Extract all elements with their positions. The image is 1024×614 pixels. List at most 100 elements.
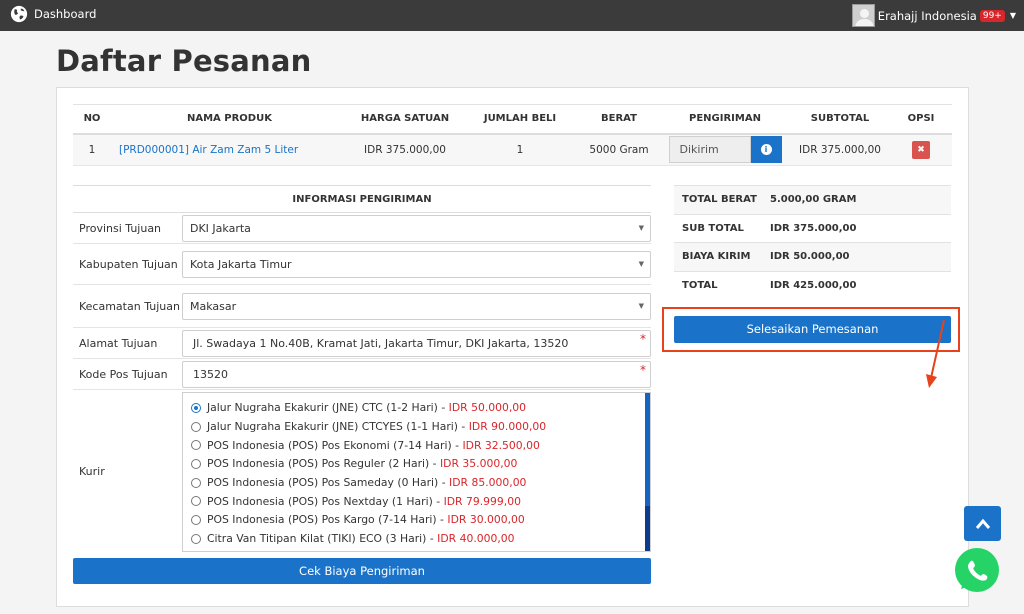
annotation-arrow-icon	[926, 319, 945, 388]
courier-name: POS Indonesia (POS) Pos Ekonomi (7-14 Ha…	[207, 438, 460, 452]
globe-icon	[10, 5, 28, 23]
province-select[interactable]: DKI Jakarta ▼	[182, 214, 651, 242]
subtotal-value: IDR 375.000,00	[762, 213, 951, 243]
whatsapp-icon[interactable]	[951, 545, 1003, 597]
radio-button[interactable]	[191, 533, 201, 544]
total-weight-label: TOTAL BERAT	[674, 185, 762, 214]
province-value: DKI Jakarta	[190, 221, 251, 235]
courier-option[interactable]: POS Indonesia (POS) Pos Sameday (0 Hari)…	[191, 473, 650, 492]
province-label: Provinsi Tujuan	[79, 221, 162, 235]
col-product: NAMA PRODUK	[111, 104, 348, 135]
courier-option[interactable]: Jalur Nugraha Ekakurir (JNE) CTC (1-2 Ha…	[191, 399, 650, 418]
courier-name: POS Indonesia (POS) Pos Kargo (7-14 Hari…	[207, 513, 444, 527]
shipping-info-button[interactable]: i	[750, 136, 782, 164]
options-cell: ✖	[890, 133, 952, 166]
courier-list-box: Jalur Nugraha Ekakurir (JNE) CTC (1-2 Ha…	[182, 391, 651, 552]
province-row: Provinsi Tujuan DKI Jakarta ▼	[73, 213, 651, 244]
grand-total-label: TOTAL	[674, 270, 762, 300]
product-link[interactable]: [PRD000001] Air Zam Zam 5 Liter	[119, 144, 298, 156]
scrollbar-thumb[interactable]	[645, 505, 650, 551]
check-shipping-cost-button[interactable]: Cek Biaya Pengiriman	[73, 558, 651, 584]
courier-price: IDR 50.000,00	[448, 401, 527, 415]
courier-price: IDR 40.000,00	[437, 532, 515, 546]
courier-name: POS Indonesia (POS) Pos Sameday (0 Hari)…	[207, 476, 446, 490]
radio-button[interactable]	[191, 496, 201, 507]
shipping-status-field[interactable]: Dikirim	[668, 136, 751, 164]
col-price: HARGA SATUAN	[348, 104, 462, 135]
courier-option[interactable]: Jalur Nugraha Ekakurir (JNE) CTCYES (1-1…	[191, 417, 650, 436]
col-subtotal: SUBTOTAL	[790, 104, 890, 135]
grand-total-value: IDR 425.000,00	[762, 270, 951, 300]
order-table: NO NAMA PRODUK HARGA SATUAN JUMLAH BELI …	[73, 104, 952, 166]
caret-down-icon: ▼	[638, 301, 644, 310]
courier-price: IDR 79.999,00	[443, 494, 521, 508]
city-select[interactable]: Kota Jakarta Timur ▼	[182, 250, 651, 278]
delete-button[interactable]: ✖	[912, 140, 930, 159]
courier-option[interactable]: POS Indonesia (POS) Pos Nextday (1 Hari)…	[191, 492, 650, 511]
col-weight: BERAT	[578, 104, 660, 135]
total-weight-row: TOTAL BERAT 5.000,00 GRAM	[674, 185, 951, 214]
address-label: Alamat Tujuan	[79, 336, 158, 350]
courier-row: Kurir Jalur Nugraha Ekakurir (JNE) CTC (…	[73, 390, 651, 553]
city-row: Kabupaten Tujuan Kota Jakarta Timur ▼	[73, 244, 651, 285]
shipping-form-title: INFORMASI PENGIRIMAN	[73, 185, 651, 213]
table-row: 1 [PRD000001] Air Zam Zam 5 Liter IDR 37…	[73, 133, 952, 166]
radio-button[interactable]	[191, 440, 201, 451]
radio-button[interactable]	[191, 421, 201, 432]
courier-option[interactable]: POS Indonesia (POS) Pos Ekonomi (7-14 Ha…	[191, 436, 650, 455]
district-value: Makasar	[190, 299, 237, 313]
postcode-label: Kode Pos Tujuan	[79, 367, 168, 381]
radio-button[interactable]	[191, 402, 201, 413]
shipping-cell: Dikirim i	[660, 133, 790, 166]
page-title: Daftar Pesanan	[56, 44, 312, 78]
courier-option[interactable]: Citra Van Titipan Kilat (TIKI) ECO (3 Ha…	[191, 529, 650, 548]
courier-list: Jalur Nugraha Ekakurir (JNE) CTC (1-2 Ha…	[183, 393, 650, 549]
shipping-control: Dikirim i	[668, 136, 782, 164]
district-select[interactable]: Makasar ▼	[182, 292, 651, 320]
courier-price: IDR 32.500,00	[462, 438, 540, 452]
order-panel: NO NAMA PRODUK HARGA SATUAN JUMLAH BELI …	[56, 87, 969, 607]
col-options: OPSI	[890, 104, 952, 135]
user-menu[interactable]: Erahajj Indonesia 99+ ▼	[851, 4, 1016, 27]
total-weight-value: 5.000,00 GRAM	[762, 185, 951, 214]
courier-price: IDR 30.000,00	[447, 513, 525, 527]
courier-price: IDR 35.000,00	[439, 457, 518, 471]
radio-button[interactable]	[191, 477, 201, 488]
user-name: Erahajj Indonesia	[877, 8, 977, 23]
info-icon: i	[760, 144, 772, 156]
grand-total-row: TOTAL IDR 425.000,00	[674, 270, 951, 300]
postcode-row: Kode Pos Tujuan 13520 *	[73, 359, 651, 390]
radio-button[interactable]	[191, 458, 201, 469]
courier-option[interactable]: POS Indonesia (POS) Pos Reguler (2 Hari)…	[191, 455, 650, 474]
product-cell: [PRD000001] Air Zam Zam 5 Liter	[111, 133, 348, 166]
courier-option[interactable]: POS Indonesia (POS) Pos Kargo (7-14 Hari…	[191, 511, 650, 530]
shipping-cost-value: IDR 50.000,00	[762, 242, 951, 271]
finish-order-button[interactable]: Selesaikan Pemesanan	[674, 316, 951, 343]
courier-name: POS Indonesia (POS) Pos Reguler (2 Hari)…	[207, 457, 437, 471]
col-qty: JUMLAH BELI	[462, 104, 578, 135]
top-navbar: Dashboard Erahajj Indonesia 99+ ▼	[0, 0, 1024, 31]
district-row: Kecamatan Tujuan Makasar ▼	[73, 285, 651, 328]
postcode-input[interactable]: 13520 *	[182, 360, 651, 388]
subtotal-label: SUB TOTAL	[674, 213, 762, 243]
row-weight: 5000 Gram	[578, 133, 660, 166]
address-row: Alamat Tujuan Jl. Swadaya 1 No.40B, Kram…	[73, 328, 651, 359]
address-value: Jl. Swadaya 1 No.40B, Kramat Jati, Jakar…	[193, 336, 569, 350]
courier-name: POS Indonesia (POS) Pos Nextday (1 Hari)…	[207, 494, 441, 508]
notification-badge: 99+	[979, 9, 1005, 22]
address-input[interactable]: Jl. Swadaya 1 No.40B, Kramat Jati, Jakar…	[182, 329, 651, 357]
caret-down-icon: ▼	[1009, 11, 1016, 20]
shipping-form: INFORMASI PENGIRIMAN Provinsi Tujuan DKI…	[73, 185, 651, 584]
city-label: Kabupaten Tujuan	[79, 257, 178, 271]
subtotal-row: SUB TOTAL IDR 375.000,00	[674, 213, 951, 243]
courier-price: IDR 85.000,00	[449, 476, 527, 490]
user-avatar-icon	[855, 9, 874, 26]
courier-name: Citra Van Titipan Kilat (TIKI) ECO (3 Ha…	[207, 532, 434, 546]
row-no: 1	[73, 133, 111, 166]
radio-button[interactable]	[191, 514, 201, 525]
dashboard-link[interactable]: Dashboard	[10, 5, 96, 23]
required-asterisk: *	[640, 331, 646, 346]
courier-name: Jalur Nugraha Ekakurir (JNE) CTC (1-2 Ha…	[207, 401, 446, 415]
order-table-header: NO NAMA PRODUK HARGA SATUAN JUMLAH BELI …	[73, 104, 952, 135]
scroll-to-top-button[interactable]	[964, 506, 1001, 541]
